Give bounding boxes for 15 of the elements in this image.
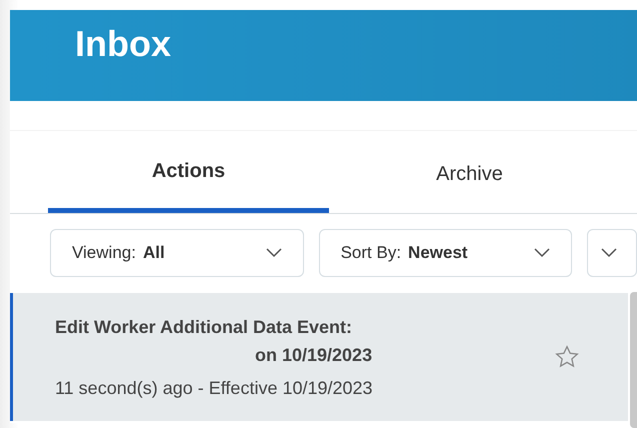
star-icon[interactable]: [554, 344, 580, 370]
chevron-down-icon: [601, 248, 618, 258]
item-title: Edit Worker Additional Data Event:: [55, 316, 352, 338]
chevron-down-icon: [266, 248, 282, 258]
scrollbar[interactable]: [630, 292, 637, 428]
item-subtitle: 11 second(s) ago - Effective 10/19/2023: [55, 376, 373, 400]
tab[interactable]: Actions: [48, 131, 329, 213]
filter-dropdown[interactable]: Viewing: All: [50, 229, 304, 277]
page-title: Inbox: [75, 24, 171, 64]
more-dropdown[interactable]: [587, 229, 637, 277]
inbox-item[interactable]: Edit Worker Additional Data Event: on 10/19/2023 11 second(s) ago - Effective 10/19/2023: [10, 293, 628, 421]
filter-dropdown[interactable]: Sort By: Newest: [318, 229, 572, 277]
chevron-down-icon: [534, 248, 550, 258]
tab[interactable]: Archive: [329, 131, 610, 213]
item-title: on 10/19/2023: [255, 344, 372, 366]
